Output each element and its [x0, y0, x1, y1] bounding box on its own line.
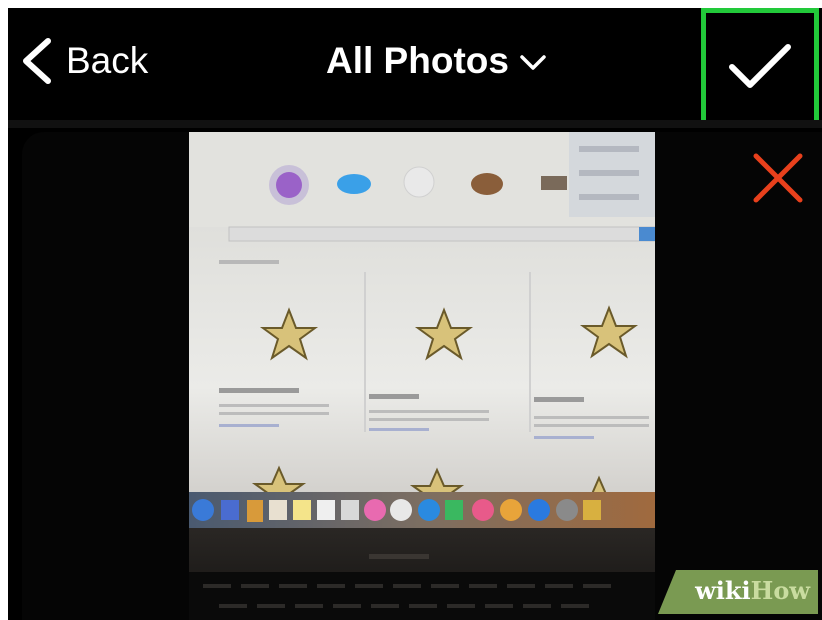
album-title: All Photos	[326, 40, 509, 81]
back-label: Back	[66, 40, 149, 81]
cancel-button[interactable]	[750, 150, 806, 206]
chevron-left-icon	[23, 38, 51, 84]
photo-preview-area	[22, 132, 822, 620]
album-selector[interactable]: All Photos	[326, 38, 547, 84]
confirm-button[interactable]	[701, 8, 819, 126]
close-icon	[753, 153, 803, 203]
watermark-text: wikiHow	[695, 576, 810, 605]
selected-photo[interactable]	[189, 132, 655, 620]
back-button[interactable]: Back	[20, 38, 148, 84]
wikihow-watermark: wikiHow	[658, 570, 818, 614]
checkmark-icon	[729, 44, 791, 88]
watermark-how: How	[750, 576, 810, 605]
chevron-down-icon	[520, 55, 546, 70]
photo-picker-screen: Back All Photos	[8, 8, 822, 620]
navigation-bar: Back All Photos	[8, 8, 822, 126]
watermark-wiki: wiki	[695, 576, 751, 605]
laptop-screen-photo	[189, 132, 655, 620]
divider	[8, 120, 822, 128]
